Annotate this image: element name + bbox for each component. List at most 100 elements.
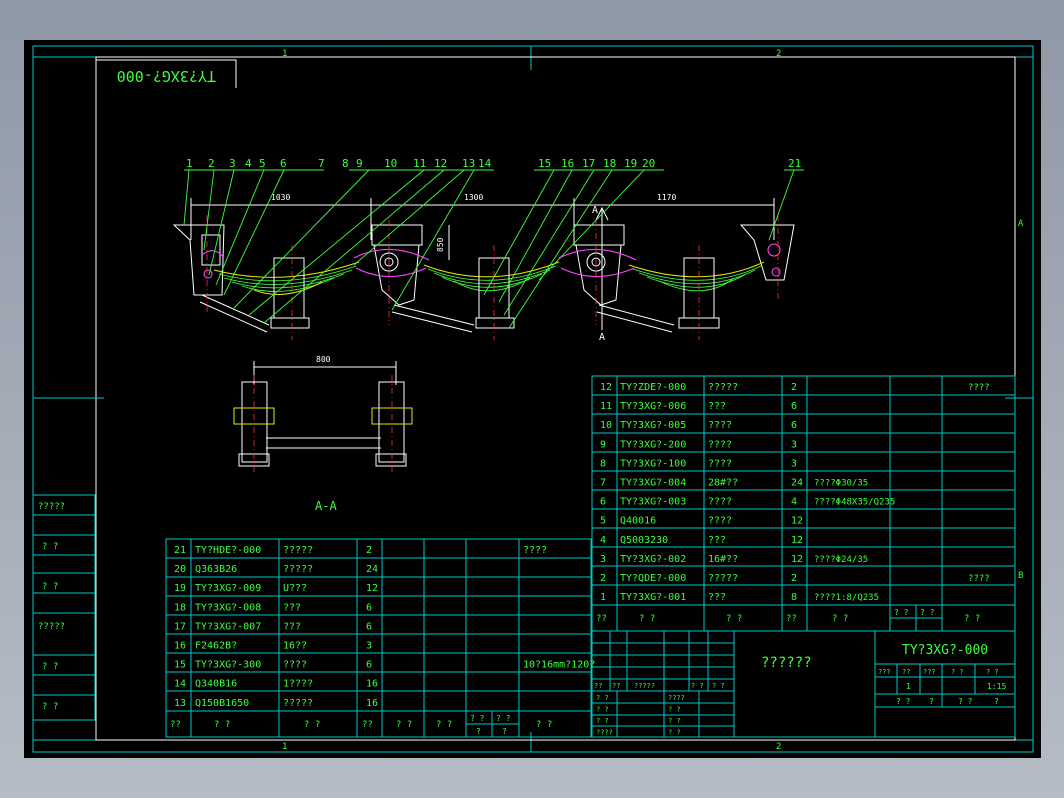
bom-right-qty: 3 — [791, 458, 797, 469]
bom-right-name: ??? — [708, 535, 726, 546]
bom-left-no: 15 — [174, 660, 186, 671]
stage-header-4: ? ? — [986, 668, 999, 676]
bom-right-header-mat: ? ? — [832, 614, 848, 624]
bom-left-header-s3: ? — [476, 727, 481, 736]
bom-right-material: ????1:8/Q235 — [814, 593, 879, 603]
stamp-1: ? ? — [42, 542, 58, 552]
bom-right-header-qty: ?? — [786, 614, 797, 624]
bom-left-header-s1: ? ? — [470, 714, 485, 723]
bom-right-qty: 24 — [791, 478, 803, 489]
bom-left-header-s4: ? — [502, 727, 507, 736]
bom-right-name: 16#?? — [708, 554, 738, 565]
bom-right-qty: 8 — [791, 592, 797, 603]
bom-left-header-qty: ?? — [362, 720, 373, 730]
left-stamp-column: ????? ? ? ? ? ????? ? ? ? ? — [32, 494, 96, 721]
bom-right-material: ????Φ24/35 — [814, 555, 868, 565]
bom-right-name: ??? — [708, 592, 726, 603]
section-view-a-a: 800 A-A — [233, 355, 413, 513]
bom-left-name: ????? — [283, 564, 313, 575]
part-balloons: 1 2 3 4 5 6 7 8 9 10 11 12 13 14 15 16 1… — [186, 157, 801, 170]
bom-left-qty: 6 — [366, 602, 372, 613]
bom-right-name: ????? — [708, 573, 738, 584]
drawing-name: ?????? — [761, 655, 812, 671]
bom-right-no: 10 — [600, 420, 612, 431]
bom-right-code: Q5003230 — [620, 535, 668, 546]
bom-right-qty: 4 — [791, 497, 797, 508]
bom-left-header-no: ?? — [170, 720, 181, 730]
sign-row-value: ? ? — [668, 706, 681, 714]
sign-row-value: ? ? — [668, 717, 681, 725]
bom-left-name: 16?? — [283, 641, 307, 652]
bom-right-no: 1 — [600, 592, 606, 603]
bom-right-qty: 2 — [791, 573, 797, 584]
stage-value-4: 1:15 — [987, 682, 1006, 691]
bom-right-qty: 12 — [791, 535, 803, 546]
bom-left-qty: 2 — [366, 545, 372, 556]
drawing-code: TY?3XG?-000 — [902, 643, 988, 658]
bom-left-name: ????? — [283, 545, 313, 556]
sheet-cell-2: ? ? — [958, 697, 973, 706]
dim-1030: 1030 — [271, 193, 290, 202]
bom-right-qty: 12 — [791, 554, 803, 565]
stage-value-1: 1 — [906, 682, 911, 691]
balloon-10: 10 — [384, 157, 397, 170]
balloon-16: 16 — [561, 157, 574, 170]
bom-left-name: ??? — [283, 602, 301, 613]
bom-left-no: 17 — [174, 621, 186, 632]
sign-header-0: ?? — [594, 682, 602, 690]
bom-left-header-5: ? ? — [396, 720, 412, 730]
bom-right-no: 9 — [600, 439, 606, 450]
bom-left-note: 10?16mm?120? — [523, 660, 595, 671]
balloon-2: 2 — [208, 157, 215, 170]
bom-left-no: 19 — [174, 583, 186, 594]
zone-label-top-1: 1 — [282, 49, 287, 59]
balloon-1: 1 — [186, 157, 193, 170]
bom-right-no: 12 — [600, 382, 612, 393]
bom-left-qty: 24 — [366, 564, 378, 575]
bom-right-name: ???? — [708, 420, 732, 431]
sign-row-label: ???? — [596, 729, 613, 737]
bom-left-code: Q340B16 — [195, 679, 237, 690]
stamp-2: ? ? — [42, 582, 58, 592]
bom-left-header-note: ? ? — [536, 720, 552, 730]
balloon-11: 11 — [413, 157, 426, 170]
bom-left-name: ????? — [283, 698, 313, 709]
bom-left-no: 13 — [174, 698, 186, 709]
bom-right-code: TY?QDE?-000 — [620, 573, 686, 584]
bom-left-qty: 12 — [366, 583, 378, 594]
sheet-cell-1: ? — [929, 697, 934, 706]
sign-row-value: ? ? — [668, 729, 681, 737]
stamp-5: ? ? — [42, 702, 58, 712]
sign-row-label: ? ? — [596, 706, 609, 714]
balloon-17: 17 — [582, 157, 595, 170]
bom-right-name: ??? — [708, 401, 726, 412]
bom-left-note: ???? — [523, 545, 547, 556]
bom-left-no: 16 — [174, 641, 186, 652]
bom-right-material: ????Φ48X35/Q235 — [814, 498, 895, 508]
balloon-7: 7 — [318, 157, 325, 170]
bom-right-header-note: ? ? — [964, 614, 980, 624]
bom-right-name: ???? — [708, 497, 732, 508]
zone-label-side-b: B — [1018, 571, 1023, 581]
bom-right-no: 6 — [600, 497, 606, 508]
bom-left-code: TY?HDE?-000 — [195, 545, 261, 556]
bom-right-qty: 6 — [791, 420, 797, 431]
bom-right-code: TY?ZDE?-000 — [620, 382, 686, 393]
bom-left-no: 14 — [174, 679, 186, 690]
balloon-5: 5 — [259, 157, 266, 170]
sign-header-2: ????? — [634, 682, 655, 690]
dim-1170: 1170 — [657, 193, 676, 202]
bom-right-no: 5 — [600, 516, 606, 527]
bom-right-header-s1: ? ? — [894, 608, 909, 617]
dim-800: 800 — [316, 355, 331, 364]
sign-header-1: ?? — [612, 682, 620, 690]
dim-850: 850 — [436, 237, 445, 252]
bom-right-code: TY?3XG?-002 — [620, 554, 686, 565]
bom-left-qty: 16 — [366, 679, 378, 690]
bom-right-material: ????Φ30/35 — [814, 479, 868, 489]
balloon-3: 3 — [229, 157, 236, 170]
bom-right-code: TY?3XG?-005 — [620, 420, 686, 431]
cad-drawing-sheet: 1 2 1 2 A B TY?3XG?-000 1030 1300 1170 8… — [24, 40, 1041, 758]
sign-header-4: ? ? — [712, 682, 725, 690]
balloon-9: 9 — [356, 157, 363, 170]
